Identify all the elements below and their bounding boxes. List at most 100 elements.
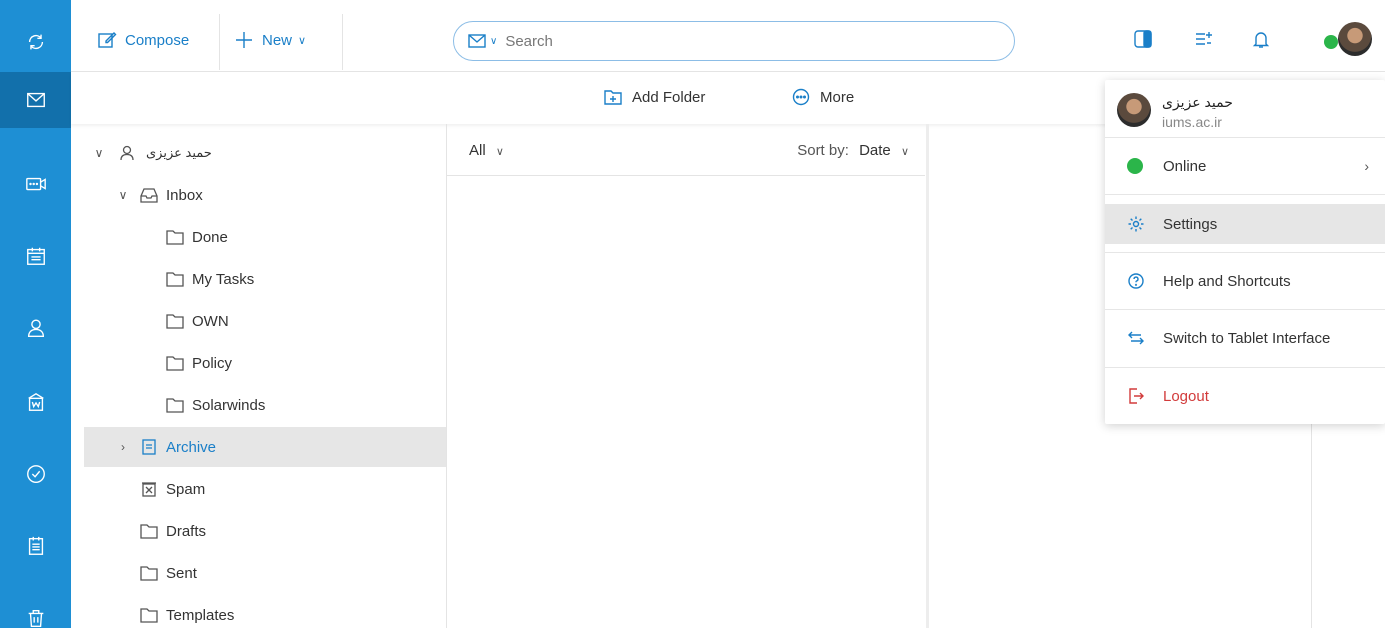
rail-mail-button[interactable] bbox=[0, 72, 71, 128]
notifications-button[interactable] bbox=[1250, 28, 1272, 50]
gear-icon bbox=[1128, 216, 1144, 232]
avatar[interactable] bbox=[1338, 22, 1372, 56]
folder-my-tasks[interactable]: My Tasks bbox=[84, 259, 446, 299]
online-status-icon bbox=[1127, 158, 1143, 174]
folder-solarwinds[interactable]: Solarwinds bbox=[84, 385, 446, 425]
bell-icon bbox=[1252, 32, 1270, 48]
account-row[interactable]: ∨ حمید عزیزی bbox=[84, 133, 446, 173]
rail-calendar-button[interactable] bbox=[0, 228, 71, 284]
pane-divider[interactable] bbox=[446, 124, 447, 628]
menu-divider bbox=[1105, 309, 1385, 310]
chevron-down-icon: ∨ bbox=[298, 34, 307, 47]
folder-icon bbox=[166, 356, 184, 371]
help-icon bbox=[1128, 273, 1144, 289]
search-bar[interactable]: ∨ Search bbox=[453, 21, 1015, 61]
online-status-dot bbox=[1324, 35, 1338, 49]
menu-divider bbox=[1105, 252, 1385, 253]
folder-icon bbox=[166, 314, 184, 329]
folder-icon bbox=[166, 398, 184, 413]
folder-label: Policy bbox=[192, 354, 233, 372]
more-label: More bbox=[820, 88, 855, 106]
sort-dropdown[interactable]: Sort by: Date ∨ bbox=[797, 142, 909, 159]
plus-icon bbox=[236, 32, 252, 48]
folder-inbox[interactable]: ∨ Inbox bbox=[84, 175, 446, 215]
notes-icon bbox=[28, 536, 43, 555]
folder-spam[interactable]: Spam bbox=[84, 469, 446, 509]
chevron-down-icon: ∨ bbox=[900, 146, 909, 158]
settings-item[interactable]: Settings bbox=[1105, 204, 1385, 244]
filter-dropdown[interactable]: All ∨ bbox=[469, 142, 504, 159]
rail-tasks-button[interactable] bbox=[0, 446, 71, 502]
app-rail bbox=[0, 0, 71, 628]
chevron-down-icon[interactable]: ∨ bbox=[116, 188, 130, 202]
message-list-header: All ∨ Sort by: Date ∨ bbox=[447, 124, 925, 176]
switch-tablet-item[interactable]: Switch to Tablet Interface bbox=[1105, 318, 1385, 358]
user-menu: حمید عزیزی iums.ac.ir Online › Settings … bbox=[1105, 80, 1385, 424]
status-label: Online bbox=[1163, 157, 1207, 175]
spam-icon bbox=[142, 482, 156, 497]
calendar-icon bbox=[26, 247, 45, 265]
folder-label: Solarwinds bbox=[192, 396, 266, 414]
folder-label: OWN bbox=[192, 312, 229, 330]
folder-label: Sent bbox=[166, 564, 197, 582]
mail-icon bbox=[26, 92, 45, 108]
folder-drafts[interactable]: Drafts bbox=[84, 511, 446, 551]
chevron-down-icon[interactable]: ∨ bbox=[490, 36, 497, 47]
reading-pane-button[interactable] bbox=[1132, 28, 1154, 50]
folder-icon bbox=[140, 524, 158, 539]
folder-templates[interactable]: Templates bbox=[84, 595, 446, 628]
folder-icon bbox=[140, 566, 158, 581]
filter-icon bbox=[1196, 32, 1212, 45]
folder-sent[interactable]: Sent bbox=[84, 553, 446, 593]
layout-icon bbox=[1134, 30, 1152, 48]
folder-label: Drafts bbox=[166, 522, 207, 540]
switch-tablet-label: Switch to Tablet Interface bbox=[1163, 329, 1331, 347]
pane-divider[interactable] bbox=[926, 124, 929, 628]
documents-icon bbox=[27, 392, 44, 411]
more-button[interactable]: More bbox=[792, 88, 854, 106]
mail-scope-icon[interactable] bbox=[468, 34, 486, 48]
folder-own[interactable]: OWN bbox=[84, 301, 446, 341]
status-online-item[interactable]: Online › bbox=[1105, 146, 1385, 186]
avatar bbox=[1117, 93, 1151, 127]
menu-user-domain: iums.ac.ir bbox=[1162, 114, 1222, 130]
add-folder-button[interactable]: Add Folder bbox=[604, 88, 705, 106]
menu-user-name: حمید عزیزی bbox=[1162, 94, 1233, 110]
rail-notes-button[interactable] bbox=[0, 518, 71, 574]
sort-prefix: Sort by: bbox=[797, 142, 849, 159]
logout-label: Logout bbox=[1163, 387, 1209, 405]
compose-button[interactable]: Compose bbox=[97, 30, 189, 50]
folder-done[interactable]: Done bbox=[84, 217, 446, 257]
rail-documents-button[interactable] bbox=[0, 374, 71, 430]
new-button[interactable]: New ∨ bbox=[234, 30, 306, 50]
search-input[interactable]: Search bbox=[505, 33, 553, 50]
more-icon bbox=[792, 88, 810, 106]
chevron-right-icon[interactable]: › bbox=[116, 440, 130, 454]
compose-label: Compose bbox=[125, 31, 190, 49]
folder-label: Templates bbox=[166, 606, 235, 624]
folder-label: Archive bbox=[166, 438, 217, 456]
compose-icon bbox=[98, 32, 117, 48]
filter-label: All bbox=[469, 142, 486, 159]
account-name: حمید عزیزی bbox=[146, 145, 212, 160]
menu-divider bbox=[1105, 367, 1385, 368]
rail-trash-button[interactable] bbox=[0, 590, 71, 628]
folder-tree: ∨ حمید عزیزی ∨ Inbox Done My Tasks OWN P… bbox=[84, 131, 446, 628]
new-label: New bbox=[262, 31, 293, 49]
refresh-button[interactable] bbox=[0, 14, 71, 70]
inbox-icon bbox=[140, 188, 158, 203]
add-folder-label: Add Folder bbox=[632, 88, 706, 106]
trash-icon bbox=[28, 609, 43, 627]
logout-item[interactable]: Logout bbox=[1105, 376, 1385, 416]
folder-icon bbox=[166, 230, 184, 245]
folder-policy[interactable]: Policy bbox=[84, 343, 446, 383]
help-item[interactable]: Help and Shortcuts bbox=[1105, 261, 1385, 301]
rail-contacts-button[interactable] bbox=[0, 300, 71, 356]
folder-archive[interactable]: › Archive bbox=[84, 427, 446, 467]
filter-button[interactable] bbox=[1193, 28, 1215, 50]
folder-label: My Tasks bbox=[192, 270, 255, 288]
chevron-down-icon[interactable]: ∨ bbox=[92, 146, 106, 160]
meeting-icon bbox=[25, 177, 46, 191]
rail-meeting-button[interactable] bbox=[0, 156, 71, 212]
settings-label: Settings bbox=[1163, 215, 1218, 233]
